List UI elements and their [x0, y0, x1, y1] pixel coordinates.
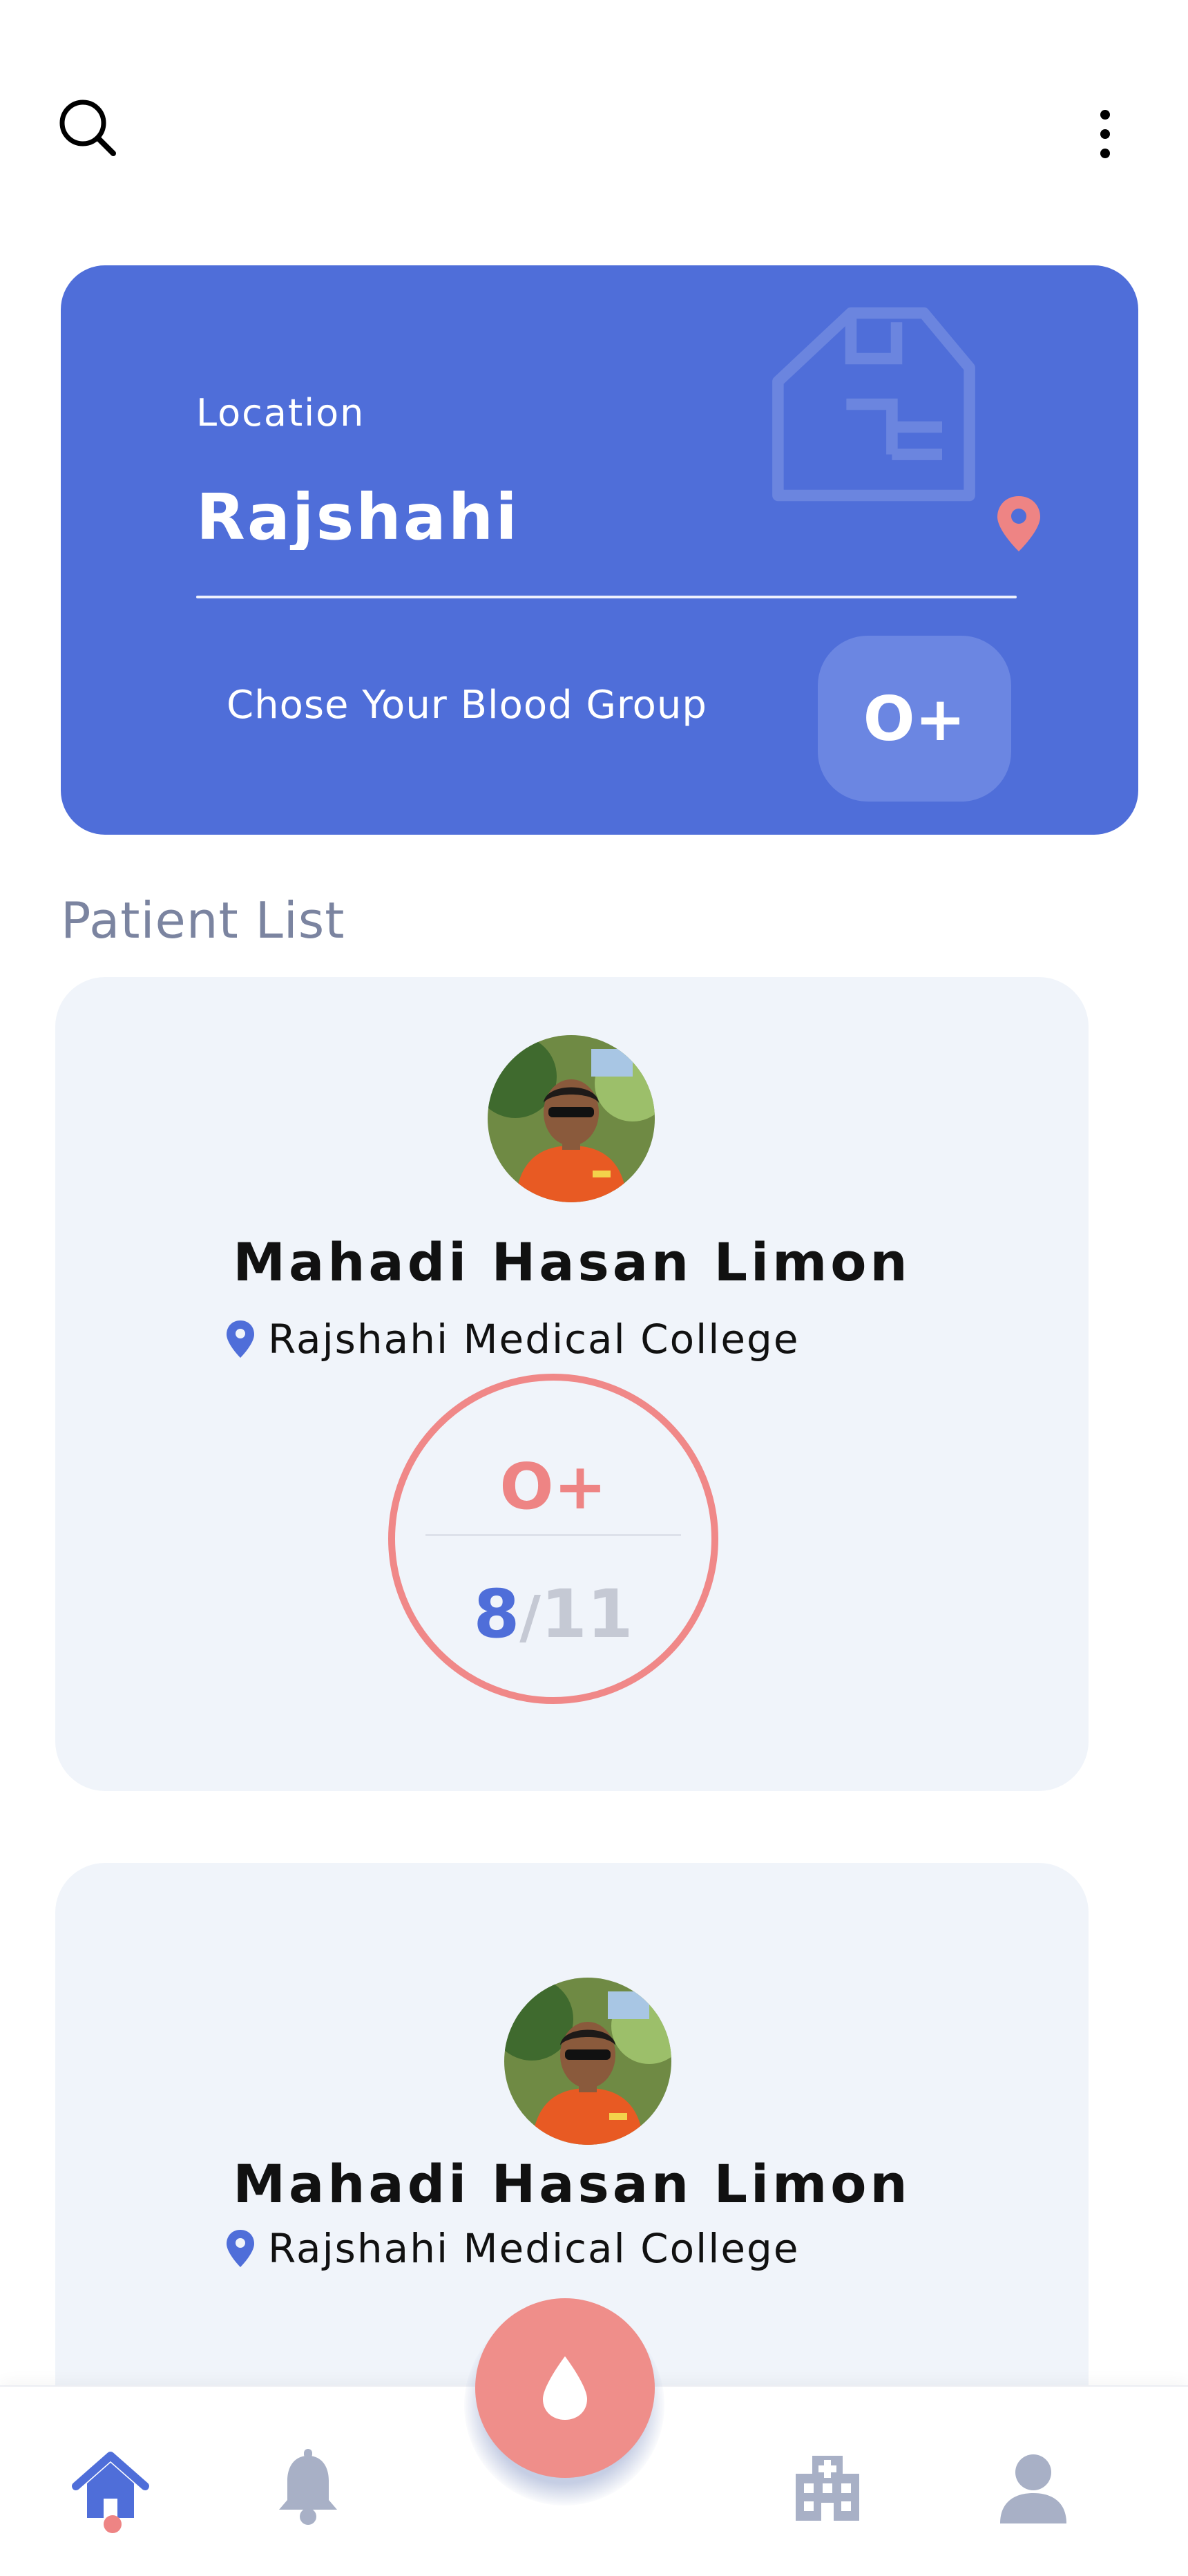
- more-vertical-icon: [1100, 110, 1110, 120]
- hospital-icon: [796, 2456, 859, 2521]
- patient-name: Mahadi Hasan Limon: [233, 1231, 911, 1293]
- gauge-divider: [425, 1534, 681, 1536]
- blood-group-selector[interactable]: O+: [818, 636, 1011, 802]
- map-pin-icon: [227, 2230, 254, 2267]
- blood-progress-gauge: O+ 8/11: [388, 1374, 718, 1704]
- nav-notifications[interactable]: [267, 2446, 349, 2529]
- active-indicator-dot: [104, 2515, 122, 2533]
- map-pin-icon: [997, 496, 1040, 551]
- patient-location: Rajshahi Medical College: [225, 2225, 800, 2272]
- donate-blood-button[interactable]: [475, 2298, 655, 2478]
- more-options-button[interactable]: [1077, 101, 1133, 167]
- blood-group-prompt: Chose Your Blood Group: [227, 683, 707, 728]
- bag-count-separator: /: [519, 1583, 541, 1651]
- location-label: Location: [196, 391, 365, 435]
- bags-needed: 11: [540, 1575, 633, 1653]
- search-button[interactable]: [54, 94, 120, 160]
- avatar: [504, 1978, 671, 2145]
- bags-collected: 8: [473, 1575, 520, 1653]
- patient-location-text: Rajshahi Medical College: [268, 2225, 800, 2272]
- nav-hospitals[interactable]: [786, 2446, 869, 2529]
- search-icon: [59, 100, 116, 156]
- blood-drop-icon: [543, 2356, 587, 2420]
- location-input-underline: [196, 596, 1017, 598]
- bag-count: 8/11: [395, 1575, 711, 1653]
- patient-name: Mahadi Hasan Limon: [233, 2153, 911, 2215]
- patient-list-title: Patient List: [61, 891, 345, 949]
- location-input[interactable]: [196, 484, 818, 550]
- avatar: [488, 1035, 655, 1202]
- patient-location-text: Rajshahi Medical College: [268, 1316, 800, 1363]
- patient-card[interactable]: Mahadi Hasan Limon Rajshahi Medical Coll…: [55, 977, 1089, 1791]
- map-pin-icon: [227, 1320, 254, 1358]
- profile-icon: [1000, 2454, 1066, 2523]
- blood-group-label: O+: [499, 1450, 607, 1524]
- patient-location: Rajshahi Medical College: [225, 1316, 800, 1363]
- nav-profile[interactable]: [992, 2446, 1075, 2529]
- bell-icon: [279, 2449, 337, 2525]
